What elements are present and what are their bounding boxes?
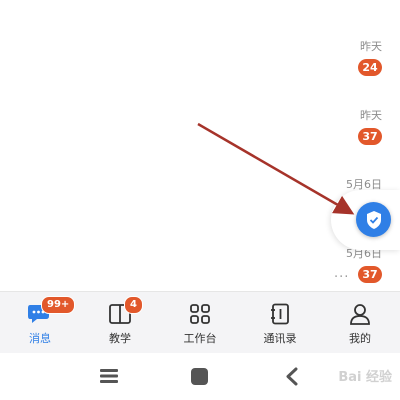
tab-label: 通讯录 [263, 332, 297, 345]
teaching-badge: 4 [124, 296, 143, 314]
messages-badge: 99+ [41, 296, 76, 314]
tab-mine[interactable]: 我的 [320, 292, 400, 354]
tab-label: 消息 [29, 332, 51, 345]
tab-label: 教学 [109, 332, 131, 345]
tab-contacts[interactable]: 通讯录 [240, 292, 320, 354]
tab-teaching[interactable]: 4 教学 [80, 292, 160, 354]
tab-messages[interactable]: 99+ 消息 [0, 292, 80, 354]
grid-icon [190, 304, 210, 324]
tab-workbench[interactable]: 工作台 [160, 292, 240, 354]
contacts-icon [271, 303, 289, 325]
home-icon[interactable] [190, 367, 209, 386]
bottom-tab-bar: 99+ 消息 4 教学 工作台 通讯录 我的 [0, 291, 400, 354]
back-icon[interactable] [285, 367, 299, 386]
tab-label: 我的 [349, 332, 371, 345]
tab-label: 工作台 [183, 332, 217, 345]
person-icon [350, 304, 370, 325]
watermark: Bai 经验 [338, 370, 392, 385]
menu-icon[interactable] [99, 367, 119, 385]
